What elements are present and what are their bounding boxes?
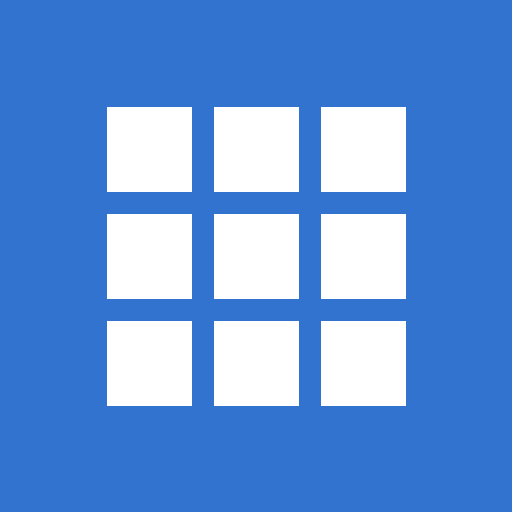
grid-square-icon (321, 321, 406, 406)
grid-square-icon (321, 107, 406, 192)
grid-square-icon (107, 107, 192, 192)
app-grid-tile[interactable] (0, 0, 512, 512)
grid-square-icon (214, 107, 299, 192)
grid-square-icon (214, 321, 299, 406)
grid-square-icon (214, 214, 299, 299)
grid-square-icon (107, 321, 192, 406)
grid-square-icon (107, 214, 192, 299)
grid-square-icon (321, 214, 406, 299)
app-grid-icon (107, 107, 406, 406)
